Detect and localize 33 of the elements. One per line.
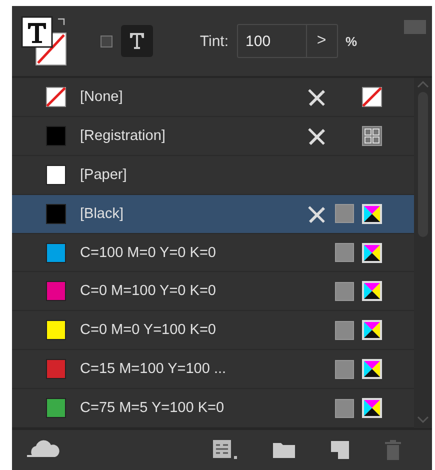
scroll-up-icon[interactable]: [417, 80, 429, 88]
swatch-name: [Black]: [80, 206, 124, 222]
scroll-down-icon[interactable]: [417, 416, 429, 424]
swatch-name: C=15 M=100 Y=100 ...: [80, 361, 226, 378]
folder-icon[interactable]: [272, 441, 296, 459]
swatch-name: [None]: [80, 88, 123, 105]
container-toggle-icon[interactable]: [100, 34, 113, 48]
swatch-name: C=75 M=5 Y=100 K=0: [80, 400, 224, 416]
cmyk-icon: [362, 281, 382, 302]
none-mode-icon: [362, 86, 382, 107]
swatch-row[interactable]: [Black]: [12, 194, 414, 234]
registration-icon: [362, 126, 382, 146]
swatch-views-icon[interactable]: [212, 439, 238, 461]
tint-label: Tint:: [200, 32, 229, 50]
cmyk-icon: [362, 204, 382, 224]
new-swatch-icon[interactable]: [330, 440, 350, 460]
swatch-name: C=0 M=100 Y=0 K=0: [80, 283, 216, 300]
scrollbar[interactable]: [414, 78, 432, 428]
swatch-row[interactable]: C=100 M=0 Y=0 K=0: [12, 234, 414, 272]
trash-icon[interactable]: [384, 439, 402, 461]
none-swatch: [46, 86, 66, 107]
cmyk-icon: [362, 359, 382, 380]
swatch-name: [Registration]: [80, 128, 166, 144]
cmyk-icon: [362, 398, 382, 418]
cmyk-icon: [362, 242, 382, 262]
tint-step-button[interactable]: >: [306, 25, 337, 57]
text-toggle-icon[interactable]: [121, 25, 153, 57]
tint-field[interactable]: 100 >: [236, 24, 338, 58]
swatch-name: C=0 M=0 Y=100 K=0: [80, 322, 216, 338]
swatch-name: C=100 M=0 Y=0 K=0: [80, 244, 216, 260]
swatch-name: [Paper]: [80, 166, 127, 183]
cmyk-icon: [362, 320, 382, 340]
percent-label: %: [346, 34, 358, 48]
